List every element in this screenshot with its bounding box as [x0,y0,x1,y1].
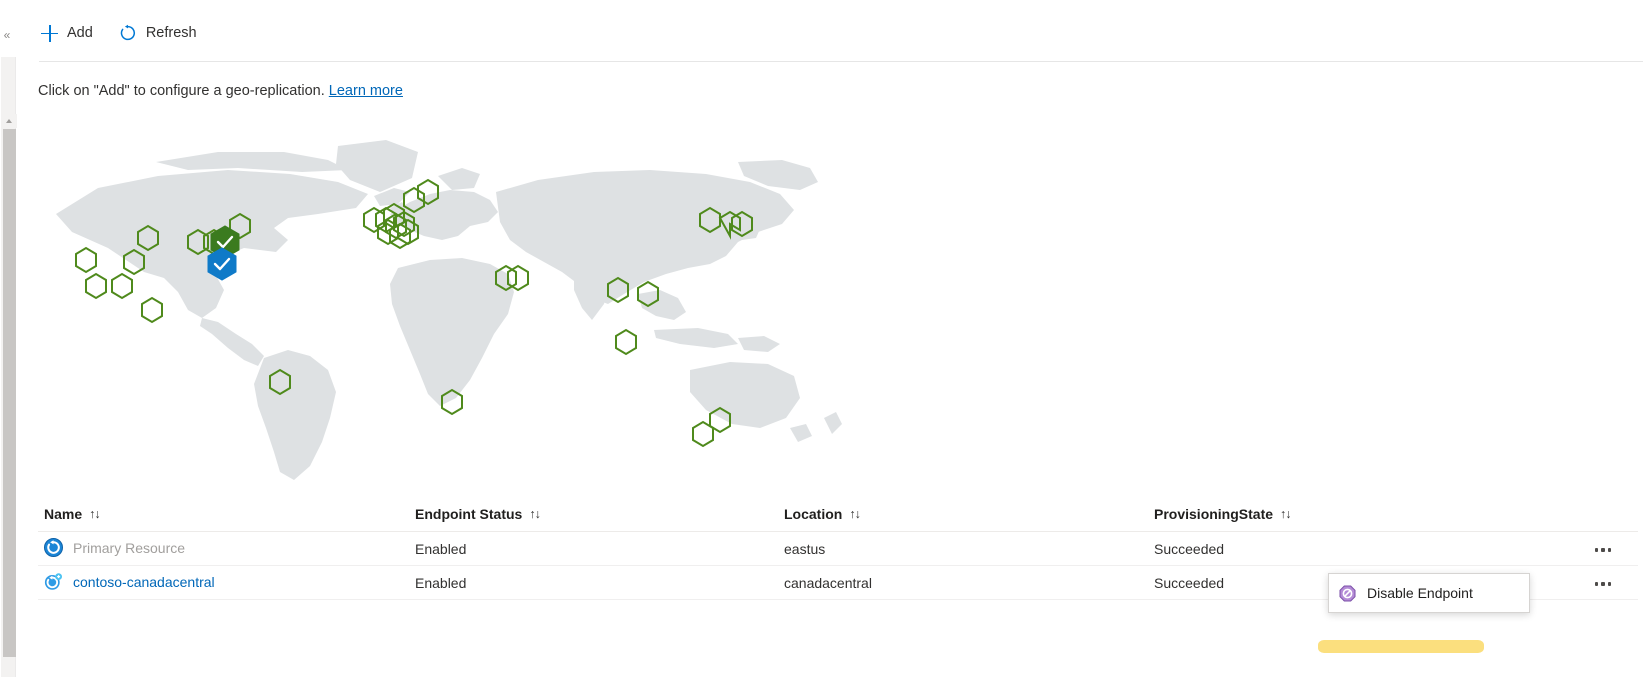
sort-icon: ↑↓ [529,507,540,521]
column-header-endpoint-status[interactable]: Endpoint Status ↑↓ [415,506,541,522]
page-description-text: Click on "Add" to configure a geo-replic… [38,83,325,99]
row-name-label: Primary Resource [73,539,186,556]
plus-icon [41,24,58,42]
table-header-row: Name ↑↓ Endpoint Status ↑↓ Location ↑↓ P… [38,498,1638,532]
row-endpoint-status: Enabled [415,541,467,557]
row-context-menu-button[interactable] [1588,540,1618,560]
highlight-annotation [1318,640,1484,653]
ellipsis-dot [1608,582,1612,586]
column-header-name[interactable]: Name ↑↓ [44,506,101,522]
column-header-location-label: Location [784,506,843,522]
ellipsis-dot [1601,548,1605,552]
row-location: canadacentral [784,575,872,591]
left-rail: « [0,0,18,689]
add-button[interactable]: Add [39,23,95,44]
vertical-scrollbar-track[interactable] [1,57,17,677]
toolbar-divider [39,61,1643,62]
refresh-button[interactable]: Refresh [117,22,199,44]
container-registry-icon [44,538,63,557]
row-location: eastus [784,541,826,557]
replication-icon [44,572,63,591]
page-description: Click on "Add" to configure a geo-replic… [38,83,403,99]
row-provisioning-state: Succeeded [1154,575,1225,591]
world-map[interactable] [38,122,938,492]
column-header-location[interactable]: Location ↑↓ [784,506,861,522]
column-header-endpoint-status-label: Endpoint Status [415,506,523,522]
context-menu-item-disable-endpoint[interactable]: Disable Endpoint [1328,573,1530,613]
row-name-link[interactable]: contoso-canadacentral [73,574,215,590]
row-provisioning-state: Succeeded [1154,541,1225,557]
refresh-icon [119,24,137,42]
row-endpoint-status: Enabled [415,575,467,591]
column-header-provisioning-state[interactable]: ProvisioningState ↑↓ [1154,506,1291,522]
table-row[interactable]: Primary Resource Enabled eastus Succeede… [38,532,1638,566]
world-map-svg [56,140,842,480]
disable-endpoint-icon [1339,585,1356,602]
learn-more-link[interactable]: Learn more [329,83,403,99]
vertical-scrollbar-thumb[interactable] [3,129,16,657]
row-context-menu-button[interactable] [1588,574,1618,594]
geo-replication-page: « Add Refresh Click on "Add" to configur… [0,0,1643,689]
sort-icon: ↑↓ [849,507,860,521]
ellipsis-dot [1608,548,1612,552]
command-toolbar: Add Refresh [18,0,1643,62]
ellipsis-dot [1594,582,1598,586]
sort-icon: ↑↓ [1280,507,1291,521]
column-header-provisioning-state-label: ProvisioningState [1154,506,1274,522]
row-name-cell: Primary Resource [44,538,185,557]
column-header-name-label: Name [44,506,83,522]
ellipsis-dot [1594,548,1598,552]
row-name-cell: contoso-canadacentral [44,572,215,591]
scroll-up-arrow-icon[interactable] [2,114,17,128]
refresh-button-label: Refresh [145,25,197,41]
ellipsis-dot [1601,582,1605,586]
sort-icon: ↑↓ [89,507,100,521]
add-button-label: Add [67,25,93,41]
context-menu-item-label: Disable Endpoint [1367,585,1473,601]
collapse-panel-chevron-icon[interactable]: « [0,26,14,44]
